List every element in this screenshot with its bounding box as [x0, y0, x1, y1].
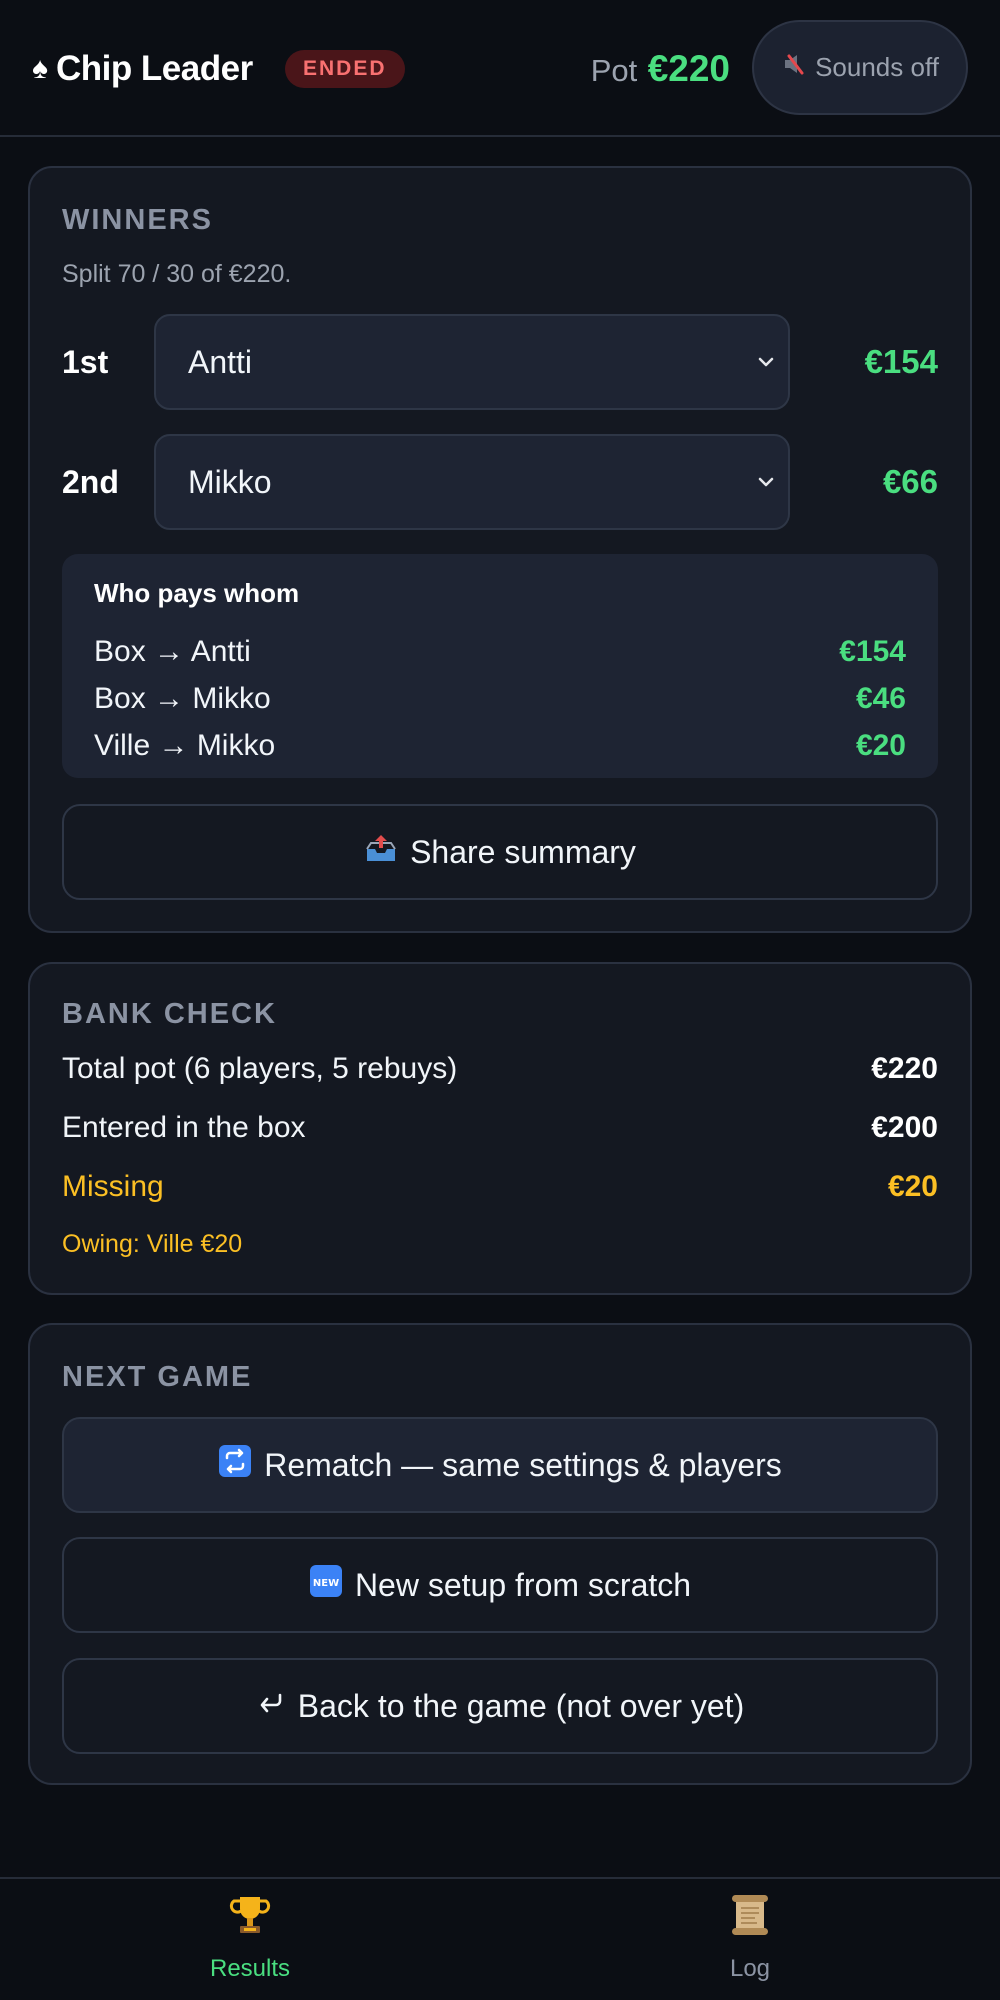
app-title: Chip Leader [55, 49, 253, 88]
new-setup-label: New setup from scratch [354, 1566, 692, 1603]
pot-amount: €220 [647, 48, 730, 89]
repeat-icon [218, 1444, 252, 1486]
winners-heading: WINNERS [62, 204, 213, 236]
chevron-down-icon [756, 352, 776, 377]
payments-panel: Who pays whom Box → Antti €154 Box → Mik… [62, 554, 938, 778]
svg-text:NEW: NEW [313, 1578, 339, 1589]
second-place-select[interactable]: Mikko [154, 434, 790, 530]
pot-display: Pot €220 [591, 46, 730, 92]
muted-speaker-icon [781, 51, 807, 84]
new-badge-icon: NEW [309, 1564, 343, 1606]
bank-row-total-pot: Total pot (6 players, 5 rebuys) €220 [62, 1048, 938, 1090]
bank-row-label: Missing [62, 1170, 164, 1203]
rematch-label: Rematch — same settings & players [264, 1446, 782, 1483]
payment-text: Box → Antti [94, 635, 251, 668]
selected-player: Mikko [188, 464, 272, 500]
bank-row-value: €220 [871, 1052, 938, 1085]
selected-player: Antti [188, 344, 253, 380]
owing-note: Owing: Ville €20 [62, 1230, 243, 1258]
status-badge: ENDED [285, 50, 405, 88]
back-to-game-label: Back to the game (not over yet) [297, 1687, 745, 1724]
bank-row-label: Total pot (6 players, 5 rebuys) [62, 1052, 458, 1085]
nav-label: Results [209, 1955, 291, 1982]
place-label: 2nd [62, 464, 119, 500]
place-amount: €154 [864, 343, 938, 380]
winners-card: WINNERS Split 70 / 30 of €220. 1st Antti… [28, 166, 972, 933]
next-game-heading: NEXT GAME [62, 1361, 253, 1393]
nav-label: Log [729, 1955, 771, 1982]
first-place-select[interactable]: Antti [154, 314, 790, 410]
payment-amount: €154 [839, 635, 906, 668]
next-game-card: NEXT GAME Rematch — same settings & play… [28, 1323, 972, 1785]
scroll-icon [500, 1887, 1000, 1943]
nav-item-log[interactable]: Log [500, 1879, 1000, 2000]
place-label: 1st [62, 344, 109, 380]
payment-row: Ville → Mikko €20 [94, 726, 906, 766]
bottom-nav: Results Log [0, 1877, 1000, 2000]
share-summary-label: Share summary [410, 833, 636, 870]
top-bar: ♠ Chip Leader ENDED Pot €220 Sounds off [0, 0, 1000, 137]
bank-check-heading: BANK CHECK [62, 998, 277, 1030]
sound-toggle-button[interactable]: Sounds off [752, 20, 968, 115]
share-summary-button[interactable]: Share summary [62, 804, 938, 900]
new-setup-button[interactable]: NEW New setup from scratch [62, 1537, 938, 1633]
payment-amount: €46 [855, 682, 906, 715]
app-brand: ♠ Chip Leader [32, 48, 253, 90]
rematch-button[interactable]: Rematch — same settings & players [62, 1417, 938, 1513]
payment-row: Box → Mikko €46 [94, 679, 906, 719]
bank-row-entered: Entered in the box €200 [62, 1107, 938, 1149]
payments-title: Who pays whom [94, 578, 300, 608]
payment-row: Box → Antti €154 [94, 632, 906, 672]
split-note: Split 70 / 30 of €220. [62, 260, 292, 288]
place-amount: €66 [882, 463, 938, 500]
place-row-1st: 1st Antti €154 [62, 314, 938, 410]
back-to-game-button[interactable]: Back to the game (not over yet) [62, 1658, 938, 1754]
place-row-2nd: 2nd Mikko €66 [62, 434, 938, 530]
payment-text: Box → Mikko [94, 682, 271, 715]
bank-row-missing: Missing €20 [62, 1166, 938, 1208]
return-arrow-icon [256, 1687, 286, 1725]
bank-row-value: €20 [887, 1170, 938, 1203]
bank-row-label: Entered in the box [62, 1111, 306, 1144]
spade-icon: ♠ [32, 52, 48, 85]
sound-toggle-label: Sounds off [815, 52, 939, 82]
pot-label: Pot [590, 53, 638, 88]
bank-row-value: €200 [871, 1111, 938, 1144]
payment-amount: €20 [855, 729, 906, 762]
trophy-icon [0, 1887, 500, 1943]
outbox-tray-icon [364, 831, 398, 873]
chevron-down-icon [756, 472, 776, 497]
nav-item-results[interactable]: Results [0, 1879, 500, 2000]
bank-check-card: BANK CHECK Total pot (6 players, 5 rebuy… [28, 962, 972, 1295]
payment-text: Ville → Mikko [94, 729, 276, 762]
